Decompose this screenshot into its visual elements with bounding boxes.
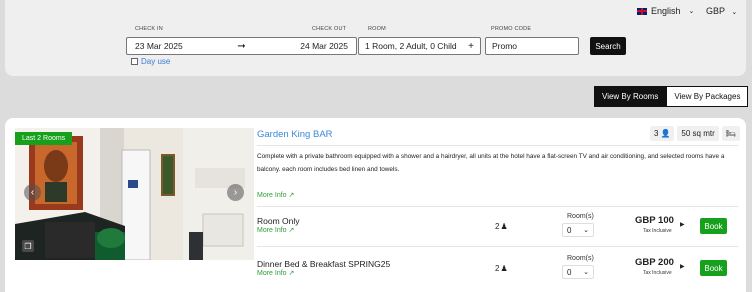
external-arrow-icon: ↗ — [288, 270, 295, 277]
gallery-icon[interactable]: ❐ — [22, 240, 34, 252]
room-description: Complete with a private bathroom equippe… — [257, 153, 725, 173]
check-out-value: 24 Mar 2025 — [300, 41, 348, 51]
availability-badge: Last 2 Rooms — [15, 132, 73, 145]
chevron-down-icon: ⌄ — [583, 269, 589, 276]
currency-label: GBP — [706, 6, 725, 16]
day-use-option[interactable]: Day use — [131, 57, 170, 66]
check-in-value: 23 Mar 2025 — [135, 41, 183, 51]
person-icon: ♟ — [500, 222, 508, 231]
chevron-right-icon[interactable]: › — [227, 184, 244, 201]
day-use-label: Day use — [141, 57, 171, 66]
view-tabs: View By Rooms View By Packages — [594, 86, 749, 107]
check-in-label: CHECK IN — [135, 26, 163, 32]
rate-occupancy: 2 ♟ — [495, 264, 508, 273]
occupancy-badge: 3 👤 — [650, 126, 675, 141]
check-out-label: CHECK OUT — [312, 26, 347, 32]
promo-code-label: PROMO CODE — [491, 26, 532, 32]
person-icon: ♟ — [500, 264, 508, 273]
divider — [257, 246, 738, 247]
search-bar-panel: English ⌄ GBP ⌄ CHECK IN CHECK OUT ROOM … — [5, 0, 746, 76]
rate-price: GBP 100 — [635, 215, 674, 226]
book-button[interactable]: Book — [700, 218, 727, 234]
promo-code-input[interactable]: Promo — [485, 37, 579, 55]
rate-name: Dinner Bed & Breakfast SPRING25 — [257, 259, 391, 269]
rooms-label: Room(s) — [567, 255, 594, 262]
room-guests-field[interactable]: 1 Room, 2 Adult, 0 Child + — [358, 37, 481, 55]
room-guests-value: 1 Room, 2 Adult, 0 Child — [365, 41, 457, 51]
divider — [257, 206, 738, 207]
search-button[interactable]: Search — [590, 37, 626, 55]
language-label: English — [651, 6, 681, 16]
rooms-select[interactable]: 0 ⌄ — [562, 265, 594, 279]
tab-view-by-packages[interactable]: View By Packages — [666, 86, 749, 107]
room-photo-illustration — [15, 128, 254, 260]
room-more-info-link[interactable]: More Info ↗ — [257, 191, 294, 199]
room-name[interactable]: Garden King BAR — [257, 129, 333, 140]
caret-right-icon[interactable]: ▶ — [680, 263, 685, 270]
plus-icon: + — [468, 40, 474, 52]
rooms-label: Room(s) — [567, 213, 594, 220]
rate-occupancy: 2 ♟ — [495, 222, 508, 231]
room-attributes: 3 👤 50 sq mtr 🛏 — [650, 126, 740, 141]
tab-view-by-rooms[interactable]: View By Rooms — [594, 86, 667, 107]
chevron-left-icon[interactable]: ‹ — [24, 184, 41, 201]
day-use-checkbox[interactable] — [131, 58, 138, 65]
rate-more-info-link[interactable]: More Info ↗ — [257, 269, 294, 277]
rate-name: Room Only — [257, 216, 300, 226]
room-photo[interactable]: Last 2 Rooms ‹ › ❐ — [15, 128, 254, 260]
person-icon: 👤 — [660, 129, 671, 138]
chevron-down-icon: ⌄ — [731, 9, 738, 16]
caret-right-icon[interactable]: ▶ — [680, 221, 685, 228]
external-arrow-icon: ↗ — [288, 227, 295, 234]
bed-icon: 🛏 — [721, 126, 740, 141]
room-size-badge: 50 sq mtr — [677, 126, 719, 141]
tax-inclusive-label: Tax Inclusive — [643, 270, 672, 276]
arrow-right-icon: ➞ — [237, 40, 246, 52]
chevron-down-icon: ⌄ — [583, 227, 589, 234]
uk-flag-icon — [637, 7, 647, 15]
divider — [257, 145, 738, 146]
room-label: ROOM — [368, 26, 386, 32]
external-arrow-icon: ↗ — [288, 192, 295, 199]
rooms-select[interactable]: 0 ⌄ — [562, 223, 594, 237]
room-card: Last 2 Rooms ‹ › ❐ Garden King BAR 3 👤 5… — [5, 118, 746, 292]
rate-more-info-link[interactable]: More Info ↗ — [257, 226, 294, 234]
chevron-down-icon: ⌄ — [688, 8, 695, 15]
promo-code-value: Promo — [492, 41, 518, 51]
currency-selector[interactable]: GBP ⌄ — [706, 6, 737, 16]
rate-price: GBP 200 — [635, 257, 674, 268]
language-selector[interactable]: English ⌄ — [637, 6, 694, 16]
tax-inclusive-label: Tax Inclusive — [643, 228, 672, 234]
book-button[interactable]: Book — [700, 260, 727, 276]
date-range-field[interactable]: 23 Mar 2025 ➞ 24 Mar 2025 — [126, 37, 357, 55]
